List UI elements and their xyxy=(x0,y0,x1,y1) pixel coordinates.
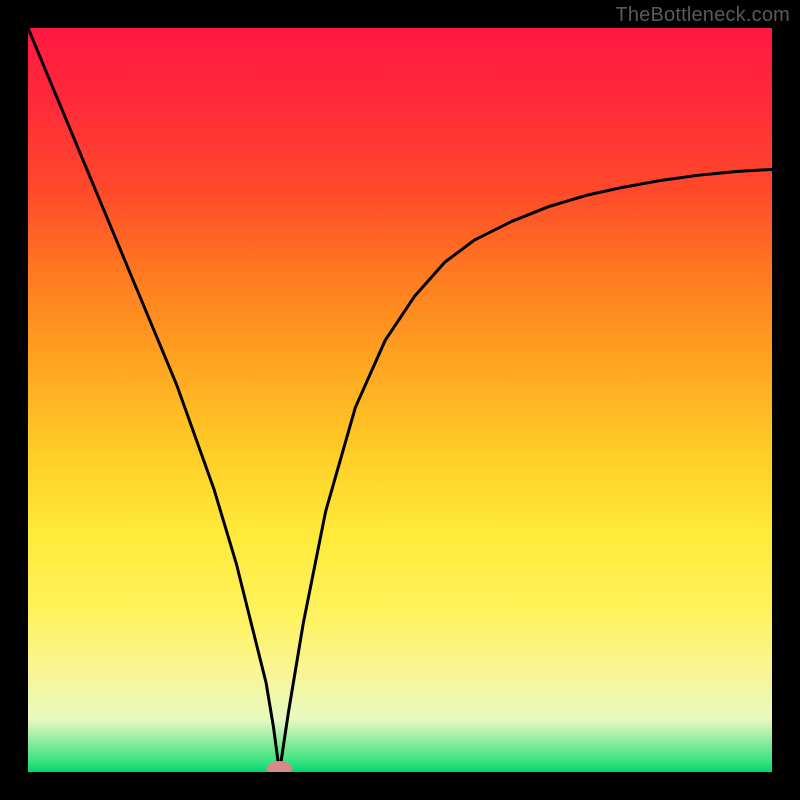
watermark-text: TheBottleneck.com xyxy=(615,4,790,27)
plot-area xyxy=(28,28,772,772)
optimum-point xyxy=(266,761,292,772)
bottleneck-curve xyxy=(28,28,772,772)
chart-frame: TheBottleneck.com xyxy=(0,0,800,800)
curve-svg xyxy=(28,28,772,772)
